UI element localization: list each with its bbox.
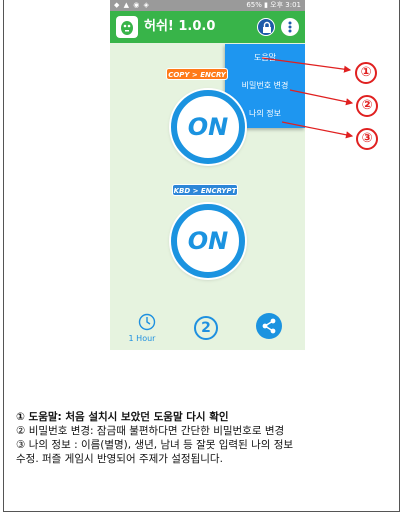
note-change-password: ② 비밀번호 변경: 잠금때 불편하다면 간단한 비밀번호로 변경 — [16, 425, 285, 437]
note-my-info: ③ 나의 정보 : 이름(별명), 생년, 남녀 등 잘못 입력된 나의 정보 — [16, 439, 294, 451]
callout-2: ② — [356, 95, 378, 117]
note-help: ① 도움말: 처음 설치시 보았던 도움말 다시 확인 — [16, 411, 229, 423]
note-my-info-cont: 수정. 퍼즐 게임시 반영되어 주제가 설정됩니다. — [16, 453, 223, 465]
notes: ① 도움말: 처음 설치시 보았던 도움말 다시 확인 ② 비밀번호 변경: 잠… — [16, 410, 396, 466]
callout-1: ① — [355, 62, 377, 84]
callout-3: ③ — [356, 128, 378, 150]
